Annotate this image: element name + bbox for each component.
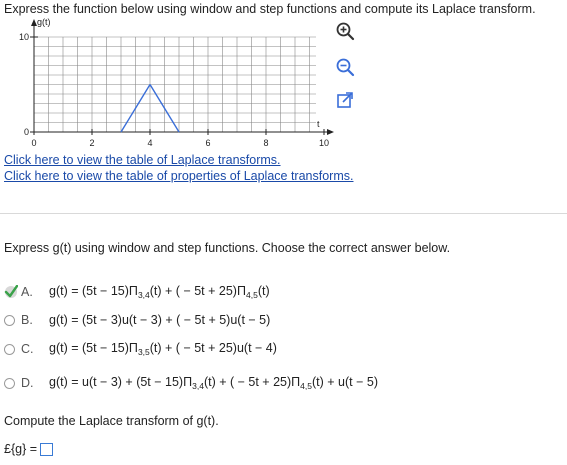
option-d[interactable]: D. g(t) = u(t − 3) + (5t − 15)Π3,4(t) + … — [4, 375, 378, 391]
graph: g(t) t 10 00 2 4 6 8 10 — [19, 17, 334, 148]
answer-label: £{g} = — [4, 442, 38, 456]
compute-text: Compute the Laplace transform of g(t). — [4, 414, 219, 428]
x-tick-label: 8 — [263, 138, 268, 148]
popout-button[interactable] — [335, 90, 355, 110]
x-tick-label: 0 — [31, 138, 36, 148]
zoom-in-button[interactable] — [335, 21, 355, 41]
popout-icon — [337, 92, 353, 108]
x-tick-label: 10 — [319, 138, 329, 148]
option-text: g(t) = (5t − 3)u(t − 3) + ( − 5t + 5)u(t… — [49, 313, 271, 327]
option-letter: C. — [21, 342, 34, 356]
laplace-table-link[interactable]: Click here to view the table of Laplace … — [4, 153, 281, 167]
y-tick-label: 10 — [19, 32, 29, 42]
question-text: Express g(t) using window and step funct… — [4, 241, 451, 255]
laplace-properties-link[interactable]: Click here to view the table of properti… — [4, 169, 353, 183]
y-axis-label: g(t) — [37, 17, 51, 27]
answer-row: £{g} = — [4, 442, 54, 457]
radio-button[interactable] — [4, 377, 15, 389]
option-text: g(t) = (5t − 15)Π3,5(t) + ( − 5t + 25)u(… — [49, 341, 277, 357]
zoom-in-icon — [336, 22, 355, 41]
option-letter: B. — [21, 313, 33, 327]
x-tick-label: 2 — [89, 138, 94, 148]
option-text: g(t) = u(t − 3) + (5t − 15)Π3,4(t) + ( −… — [49, 375, 378, 391]
radio-button[interactable] — [4, 314, 15, 326]
zoom-out-button[interactable] — [335, 57, 355, 77]
x-tick-label: 4 — [147, 138, 152, 148]
option-a[interactable]: A. g(t) = (5t − 15)Π3,4(t) + ( − 5t + 25… — [4, 284, 270, 300]
x-axis-arrow — [327, 129, 334, 135]
y-tick-label: 0 — [24, 127, 29, 137]
option-letter: A. — [21, 285, 33, 299]
option-b[interactable]: B. g(t) = (5t − 3)u(t − 3) + ( − 5t + 5)… — [4, 313, 270, 327]
divider — [0, 213, 567, 214]
prompt-text: Express the function below using window … — [4, 2, 536, 16]
option-letter: D. — [21, 376, 34, 390]
x-axis-label: t — [317, 119, 320, 129]
check-icon — [4, 284, 19, 299]
option-c[interactable]: C. g(t) = (5t − 15)Π3,5(t) + ( − 5t + 25… — [4, 341, 277, 357]
radio-button[interactable] — [4, 343, 15, 355]
x-tick-label: 6 — [205, 138, 210, 148]
answer-input[interactable] — [40, 443, 54, 457]
option-text: g(t) = (5t − 15)Π3,4(t) + ( − 5t + 25)Π4… — [49, 284, 270, 300]
zoom-out-icon — [336, 58, 355, 77]
